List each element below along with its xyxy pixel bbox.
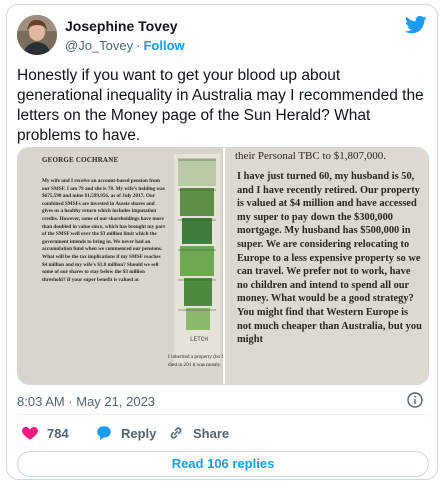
follow-button[interactable]: Follow: [143, 38, 184, 53]
clipping-left-body: My wife and I receive an account-based p…: [42, 178, 165, 283]
cartoon-signature: LETCH: [190, 336, 209, 343]
newspaper-clipping-left: GEORGE COCHRANE My wife and I receive an…: [18, 148, 223, 384]
read-replies-button[interactable]: Read 106 replies: [17, 451, 429, 477]
author-handle[interactable]: @Jo_Tovey: [65, 38, 133, 53]
twitter-bird-icon[interactable]: [405, 15, 427, 35]
tweet-timestamp[interactable]: 8:03 AM · May 21, 2023: [17, 394, 155, 409]
share-button[interactable]: Share: [167, 424, 229, 442]
clipping-headline: GEORGE COCHRANE: [42, 156, 119, 164]
separator: ·: [136, 38, 141, 53]
tweet-card: Josephine Tovey @Jo_Tovey · Follow Honestl…: [6, 4, 438, 480]
reply-button[interactable]: Reply: [95, 424, 156, 442]
share-link-icon: [170, 427, 182, 439]
clipping-right-top-line: their Personal TBC to $1,807,000.: [235, 150, 387, 162]
author-handle-row: @Jo_Tovey · Follow: [65, 38, 185, 53]
heart-icon: [22, 427, 38, 440]
author-name[interactable]: Josephine Tovey: [65, 18, 178, 34]
avatar[interactable]: [17, 15, 57, 55]
reply-label: Reply: [121, 425, 157, 441]
share-label: Share: [193, 425, 230, 441]
reply-icon: [97, 426, 111, 441]
like-button[interactable]: 784: [21, 424, 69, 442]
tweet-actions: 784 Reply Share: [17, 414, 429, 450]
clipping-side-text: I inherited a property (bo he died in 20…: [168, 354, 223, 368]
tweet-media[interactable]: GEORGE COCHRANE My wife and I receive an…: [17, 147, 429, 385]
tweet-text: Honestly if you want to get your blood u…: [17, 67, 424, 144]
like-count: 784: [47, 425, 69, 441]
cartoon-illustration: [174, 154, 220, 364]
info-icon[interactable]: [407, 392, 423, 408]
clipping-right-letter: I have just turned 60, my husband is 50,…: [237, 171, 422, 346]
newspaper-clipping-right: their Personal TBC to $1,807,000. I have…: [225, 148, 428, 384]
